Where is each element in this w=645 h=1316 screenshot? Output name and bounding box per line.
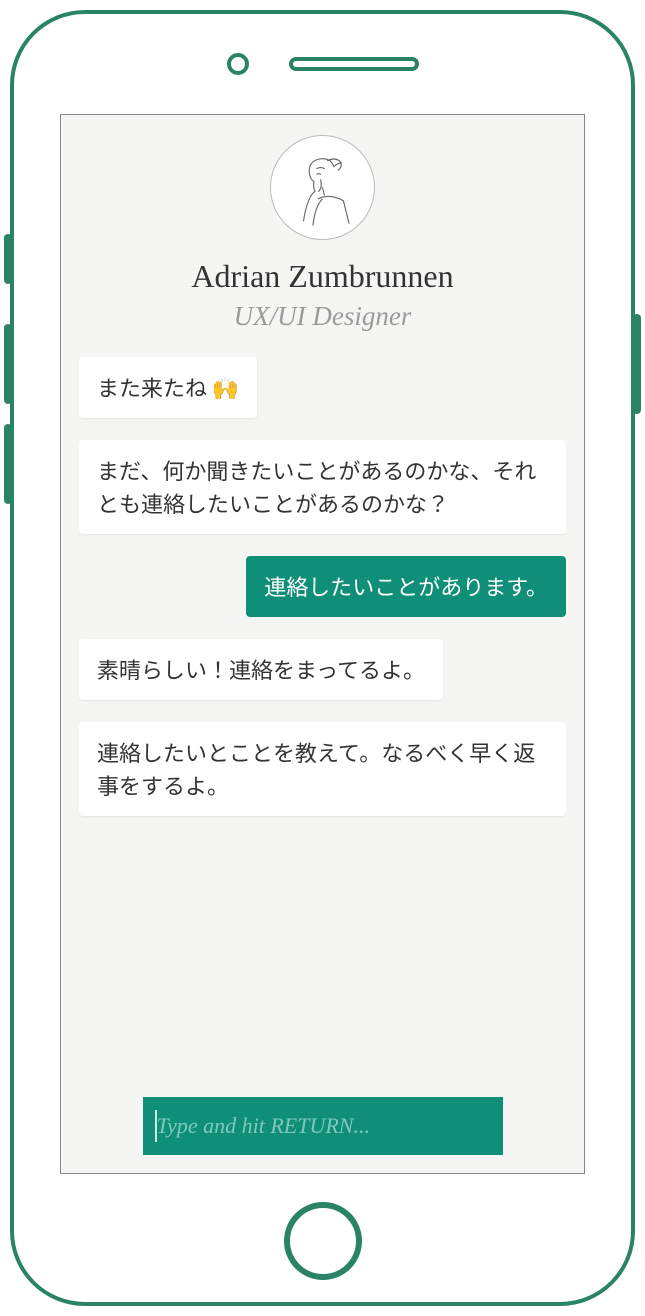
home-button[interactable] — [284, 1202, 362, 1280]
phone-side-button — [633, 314, 641, 414]
phone-frame: Adrian Zumbrunnen UX/UI Designer また来たね 🙌… — [10, 10, 635, 1306]
avatar — [270, 135, 375, 240]
profile-header: Adrian Zumbrunnen UX/UI Designer — [79, 135, 566, 332]
speaker-icon — [289, 57, 419, 71]
chat-bubble-bot: 素晴らしい！連絡をまってるよ。 — [79, 639, 443, 700]
profile-name: Adrian Zumbrunnen — [191, 258, 453, 295]
chat-bubble-bot: 連絡したいとことを教えて。なるべく早く返事をするよ。 — [79, 722, 566, 816]
phone-notch — [14, 14, 631, 114]
reply-input-area — [79, 1087, 566, 1155]
chat-messages: また来たね 🙌 まだ、何か聞きたいことがあるのかな、それとも連絡したいことがある… — [79, 357, 566, 1087]
phone-side-button — [4, 324, 12, 404]
phone-side-button — [4, 234, 12, 284]
app-screen: Adrian Zumbrunnen UX/UI Designer また来たね 🙌… — [60, 114, 585, 1174]
chat-bubble-user: 連絡したいことがあります。 — [246, 556, 566, 617]
chat-bubble-bot: また来たね 🙌 — [79, 357, 257, 418]
avatar-illustration-icon — [275, 140, 370, 235]
camera-icon — [227, 53, 249, 75]
phone-side-button — [4, 424, 12, 504]
reply-input[interactable] — [143, 1097, 503, 1155]
text-caret-icon — [155, 1110, 157, 1142]
chat-bubble-bot: まだ、何か聞きたいことがあるのかな、それとも連絡したいことがあるのかな？ — [79, 440, 566, 534]
profile-title: UX/UI Designer — [234, 301, 412, 332]
